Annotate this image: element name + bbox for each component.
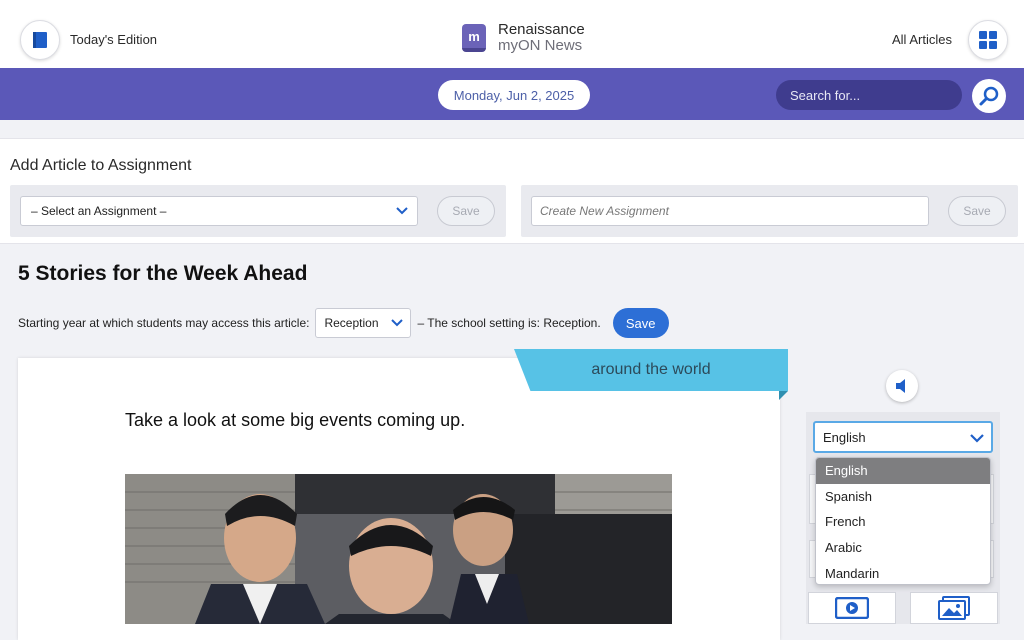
access-label: Starting year at which students may acce… <box>18 316 310 330</box>
image-gallery-icon <box>938 596 970 620</box>
language-select-value: English <box>823 429 866 445</box>
assignment-select-value: – Select an Assignment – <box>31 204 167 218</box>
grid-icon <box>979 31 997 49</box>
logo-product: myON News <box>498 37 583 54</box>
ribbon-fold <box>779 391 788 400</box>
article-lead: Take a look at some big events coming up… <box>125 410 466 430</box>
starting-year-select[interactable]: Reception <box>315 308 412 338</box>
new-assignment-group: Create New Assignment Save <box>521 185 1018 237</box>
category-ribbon[interactable]: around the world <box>514 349 788 391</box>
article-photo <box>125 474 672 624</box>
read-aloud-button[interactable] <box>886 370 918 402</box>
chevron-down-icon <box>396 207 408 215</box>
book-icon <box>33 32 47 48</box>
todays-edition-label[interactable]: Today's Edition <box>70 32 157 47</box>
myon-logo-icon: m <box>462 24 486 52</box>
language-option-mandarin[interactable]: Mandarin <box>816 560 990 584</box>
renaissance-logo: m Renaissance myON News <box>462 22 585 54</box>
search-button[interactable] <box>972 79 1006 113</box>
save-new-assignment-button[interactable]: Save <box>948 196 1006 226</box>
all-articles-button[interactable] <box>968 20 1008 60</box>
image-gallery-button[interactable] <box>910 592 998 624</box>
language-option-english[interactable]: English <box>816 458 990 484</box>
access-year-row: Starting year at which students may acce… <box>18 308 669 338</box>
language-dropdown-menu: English Spanish French Arabic Mandarin <box>815 457 991 585</box>
language-select[interactable]: English <box>813 421 993 453</box>
news-photo <box>125 474 672 624</box>
speaker-icon <box>896 379 905 393</box>
search-input[interactable]: Search for... <box>776 80 962 110</box>
page-title: 5 Stories for the Week Ahead <box>18 262 308 285</box>
magnifier-icon <box>979 86 999 106</box>
video-button[interactable] <box>808 592 896 624</box>
chevron-down-icon <box>391 319 404 327</box>
top-header: Today's Edition m Renaissance myON News … <box>0 0 1024 68</box>
save-assignment-button[interactable]: Save <box>437 196 495 226</box>
chevron-down-icon <box>970 434 984 443</box>
assignment-panel-title: Add Article to Assignment <box>10 157 192 174</box>
language-option-spanish[interactable]: Spanish <box>816 484 990 510</box>
edition-date-picker[interactable]: Monday, Jun 2, 2025 <box>438 80 590 110</box>
assignment-select[interactable]: – Select an Assignment – <box>20 196 418 226</box>
existing-assignment-group: – Select an Assignment – Save <box>10 185 506 237</box>
school-setting-text: – The school setting is: Reception. <box>417 316 601 330</box>
new-assignment-input[interactable]: Create New Assignment <box>531 196 929 226</box>
language-option-arabic[interactable]: Arabic <box>816 535 990 561</box>
language-option-french[interactable]: French <box>816 509 990 535</box>
todays-edition-button[interactable] <box>20 20 60 60</box>
video-icon <box>835 597 869 619</box>
save-access-button[interactable]: Save <box>612 308 669 338</box>
add-to-assignment-panel: Add Article to Assignment – Select an As… <box>0 138 1024 244</box>
starting-year-value: Reception <box>324 316 379 330</box>
date-search-bar: Monday, Jun 2, 2025 Search for... <box>0 68 1024 120</box>
all-articles-label[interactable]: All Articles <box>892 32 952 47</box>
logo-brand: Renaissance <box>498 21 585 38</box>
